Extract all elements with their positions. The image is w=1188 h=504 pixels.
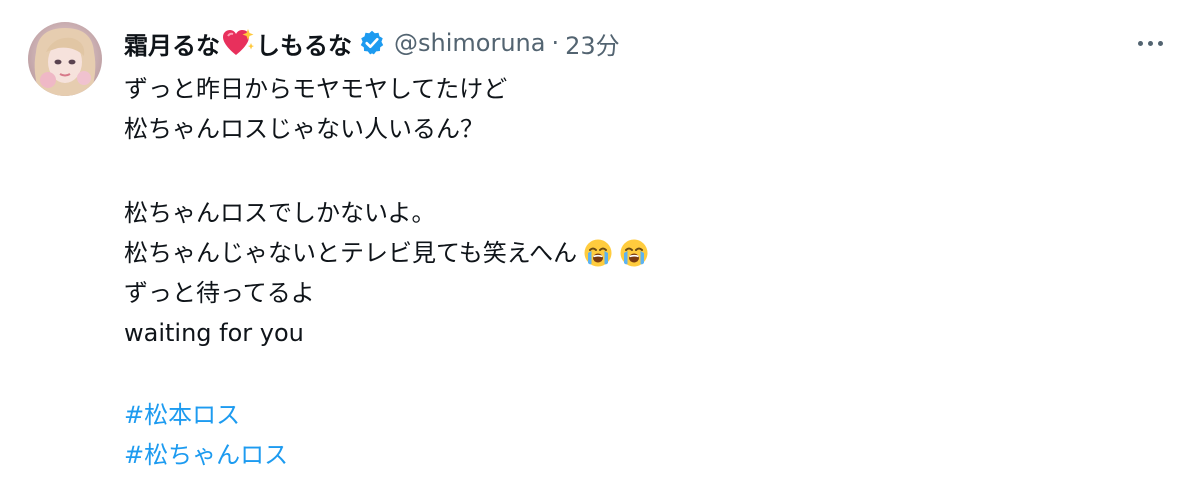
tweet-text-segment: 松ちゃんじゃないとテレビ見ても笑えへん [124, 239, 578, 267]
hashtag-link[interactable]: #松ちゃんロス [124, 435, 1164, 475]
sparkling-heart-icon [222, 29, 254, 57]
tweet-text-line: waiting for you [124, 319, 304, 347]
more-options-button[interactable] [1128, 28, 1172, 58]
hashtag-link[interactable]: #松本ロス [124, 395, 1164, 435]
tweet-text-line: ずっと待ってるよ [124, 279, 315, 307]
loudly-crying-face-icon [583, 238, 613, 268]
verified-badge-icon [358, 29, 386, 57]
display-name[interactable]: 霜月るな [124, 26, 220, 61]
tweet-text-line: ずっと昨日からモヤモヤしてたけど [124, 75, 508, 103]
more-horizontal-icon [1137, 40, 1163, 46]
separator-dot: · [551, 29, 560, 57]
tweet-text-line: 松ちゃんロスでしかないよ。 [124, 199, 436, 227]
tweet-text-line: 松ちゃんじゃないとテレビ見ても笑えへん [124, 233, 1164, 273]
timestamp[interactable]: 23分 [565, 26, 620, 61]
user-handle[interactable]: @shimoruna [394, 29, 545, 57]
loudly-crying-face-icon [619, 238, 649, 268]
tweet-header: 霜月るな しもるな @shimoruna · 23分 [124, 24, 620, 62]
avatar[interactable] [28, 22, 102, 96]
tweet-text: ずっと昨日からモヤモヤしてたけど 松ちゃんロスじゃない人いるん？ 松ちゃんロスで… [124, 69, 1164, 475]
display-name-suffix[interactable]: しもるな [256, 26, 352, 61]
tweet: 霜月るな しもるな @shimoruna · 23分 ずっと昨日からモヤモヤして… [0, 0, 1188, 504]
tweet-text-line: 松ちゃんロスじゃない人いるん？ [124, 115, 484, 143]
